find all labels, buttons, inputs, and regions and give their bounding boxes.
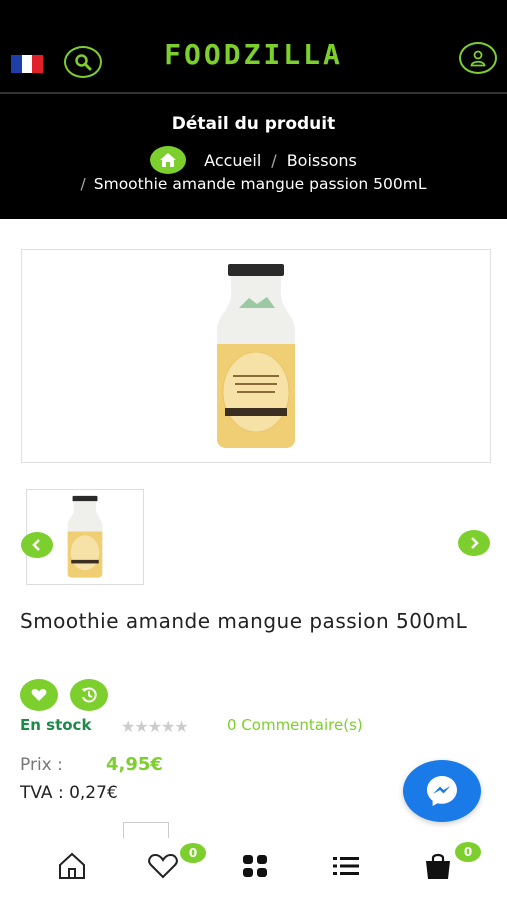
breadcrumb: Accueil / Boissons <box>0 146 507 174</box>
tva-value: TVA : 0,27€ <box>20 783 118 803</box>
bottom-navigation <box>0 838 507 900</box>
top-bar: FOODZILLA <box>0 0 507 92</box>
favorites-count-badge: 0 <box>180 843 206 863</box>
breadcrumb-product-row: / Smoothie amande mangue passion 500mL <box>0 175 507 193</box>
history-icon <box>81 687 97 703</box>
heart-icon <box>31 688 47 701</box>
breadcrumb-category[interactable]: Boissons <box>287 151 357 170</box>
price-value: 4,95€ <box>106 754 163 775</box>
cart-count-badge: 0 <box>455 842 481 862</box>
breadcrumb-home[interactable]: Accueil <box>204 151 261 170</box>
carousel-prev-button[interactable] <box>21 532 53 558</box>
home-icon <box>160 153 177 167</box>
nav-favorites[interactable] <box>143 850 183 882</box>
nav-categories[interactable] <box>235 850 275 882</box>
account-button[interactable] <box>459 42 497 74</box>
header: FOODZILLA Détail du produit Accueil / Bo… <box>0 0 507 219</box>
header-divider <box>0 92 507 94</box>
nav-list[interactable] <box>326 850 366 882</box>
list-icon <box>333 857 359 875</box>
stock-status: En stock <box>20 716 92 734</box>
heart-outline-icon <box>148 854 178 879</box>
user-icon <box>470 50 486 67</box>
product-main-image[interactable] <box>21 249 491 463</box>
breadcrumb-product: Smoothie amande mangue passion 500mL <box>93 175 427 193</box>
smoothie-bottle-thumbnail <box>67 495 103 578</box>
nav-home[interactable] <box>52 850 92 882</box>
smoothie-bottle-image <box>217 263 295 448</box>
price-label: Prix : <box>20 755 63 775</box>
messenger-icon <box>427 776 457 806</box>
chevron-right-icon <box>471 537 479 549</box>
nav-cart[interactable] <box>418 850 458 882</box>
chevron-left-icon <box>32 539 40 551</box>
quantity-stepper[interactable] <box>123 822 169 838</box>
home-outline-icon <box>59 852 85 879</box>
shopping-bag-icon <box>426 853 450 879</box>
grid-icon <box>243 855 267 877</box>
page-title: Détail du produit <box>171 114 336 134</box>
messenger-chat-button[interactable] <box>403 760 481 822</box>
brand-logo[interactable]: FOODZILLA <box>0 38 507 71</box>
breadcrumb-separator: / <box>271 150 277 170</box>
rating-stars: ★★★★★ <box>121 717 189 736</box>
history-button[interactable] <box>70 679 108 711</box>
comments-link[interactable]: 0 Commentaire(s) <box>227 716 363 734</box>
home-button[interactable] <box>150 146 187 174</box>
add-to-favorites-button[interactable] <box>20 679 58 711</box>
carousel-next-button[interactable] <box>458 530 490 556</box>
breadcrumb-separator: / <box>80 175 86 193</box>
product-name: Smoothie amande mangue passion 500mL <box>20 609 468 633</box>
